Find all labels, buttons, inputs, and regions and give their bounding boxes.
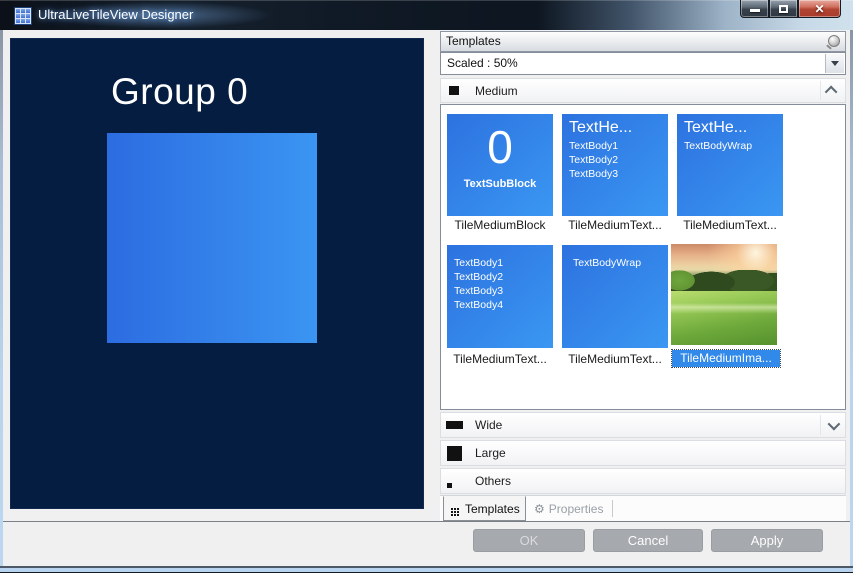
tile-caption: TileMediumText... — [441, 351, 559, 368]
wide-rect-icon — [446, 421, 463, 429]
tile-heading: TextHe... — [562, 114, 668, 139]
tile-item-text02[interactable]: TextHe... TextBodyWrap — [677, 114, 783, 216]
tile-block-sublabel: TextSubBlock — [464, 178, 537, 190]
templates-panel-title: Templates — [446, 34, 501, 48]
close-button[interactable]: ✕ — [798, 0, 841, 18]
close-icon: ✕ — [814, 3, 824, 15]
photo-meadow — [671, 291, 777, 345]
dialog-client-area: Group 0 Templates Scaled : 50% Medium 0 … — [3, 30, 850, 566]
minimize-button[interactable] — [740, 0, 769, 18]
tile-body-line: TextBodyWrap — [562, 256, 668, 270]
tile-caption: TileMediumText... — [556, 217, 674, 234]
tab-divider — [612, 500, 613, 517]
chevron-down-icon — [831, 61, 839, 66]
grid-icon — [451, 508, 453, 510]
section-label-medium: Medium — [475, 84, 518, 98]
group-header-label: Group 0 — [111, 71, 248, 113]
tile-body-line: TextBody1 — [562, 139, 668, 153]
app-icon[interactable] — [14, 7, 32, 25]
tile-item-text01[interactable]: TextHe... TextBody1 TextBody2 TextBody3 — [562, 114, 668, 216]
tile-item-block[interactable]: 0 TextSubBlock — [447, 114, 553, 216]
scale-dropdown-value: Scaled : 50% — [447, 56, 518, 70]
tile-heading: TextHe... — [677, 114, 783, 139]
tile-body-line: TextBody3 — [562, 167, 668, 181]
collapse-medium-button[interactable] — [820, 81, 843, 100]
titlebar[interactable]: UltraLiveTileView Designer ✕ — [0, 0, 853, 30]
minimize-icon — [750, 9, 760, 12]
window-border-bottom — [0, 566, 853, 573]
live-tile-preview-canvas: Group 0 — [10, 38, 424, 509]
tile-body-line: TextBody2 — [562, 153, 668, 167]
tile-caption: TileMediumText... — [556, 351, 674, 368]
section-header-wide[interactable]: Wide — [440, 412, 846, 438]
section-label-others: Others — [475, 474, 511, 488]
tab-templates[interactable]: Templates — [443, 496, 526, 521]
scale-dropdown[interactable]: Scaled : 50% — [440, 52, 846, 75]
section-header-large[interactable]: Large — [440, 440, 846, 466]
tile-body-line: TextBodyWrap — [677, 139, 783, 153]
medium-template-gallery: 0 TextSubBlock TextHe... TextBody1 TextB… — [440, 104, 846, 410]
tile-caption-selected: TileMediumIma... — [672, 350, 780, 367]
templates-panel-header: Templates — [440, 31, 846, 52]
tab-properties-label: Properties — [549, 502, 604, 516]
chevron-down-icon — [827, 417, 840, 430]
section-header-medium[interactable]: Medium — [440, 78, 846, 103]
tile-body-line: TextBody4 — [447, 298, 553, 312]
tile-item-text03[interactable]: TextBody1 TextBody2 TextBody3 TextBody4 — [447, 245, 553, 348]
scale-dropdown-button[interactable] — [825, 54, 844, 73]
maximize-button[interactable] — [769, 0, 798, 18]
tile-body-line: TextBody2 — [447, 270, 553, 284]
tab-templates-label: Templates — [465, 502, 520, 516]
section-label-large: Large — [475, 446, 506, 460]
section-label-wide: Wide — [475, 418, 502, 432]
medium-square-icon — [449, 86, 459, 95]
tile-caption: TileMediumBlock — [441, 217, 559, 234]
tile-body-line: TextBody3 — [447, 284, 553, 298]
bottom-tab-strip: Templates ⚙ Properties — [440, 495, 846, 521]
preview-medium-tile[interactable] — [107, 133, 317, 343]
expand-wide-button[interactable] — [820, 415, 843, 435]
footer-separator — [3, 521, 850, 522]
tile-item-text04[interactable]: TextBodyWrap — [562, 245, 668, 348]
tab-properties[interactable]: ⚙ Properties — [528, 496, 610, 521]
maximize-icon — [779, 5, 788, 13]
chevron-up-icon — [824, 86, 837, 99]
window-title: UltraLiveTileView Designer — [38, 7, 193, 22]
section-header-others[interactable]: Others — [440, 468, 846, 494]
tiny-square-icon — [447, 483, 452, 488]
tile-block-value: 0 — [487, 120, 513, 174]
tile-body-line: TextBody1 — [447, 256, 553, 270]
cancel-button[interactable]: Cancel — [593, 529, 703, 552]
large-square-icon — [447, 446, 462, 461]
magnifier-icon — [828, 35, 840, 47]
window-controls: ✕ — [740, 0, 841, 18]
tile-item-image[interactable] — [671, 244, 777, 345]
gear-icon: ⚙ — [534, 503, 545, 515]
ok-button[interactable]: OK — [473, 529, 585, 552]
apply-button[interactable]: Apply — [711, 529, 823, 552]
tile-caption: TileMediumText... — [671, 217, 789, 234]
